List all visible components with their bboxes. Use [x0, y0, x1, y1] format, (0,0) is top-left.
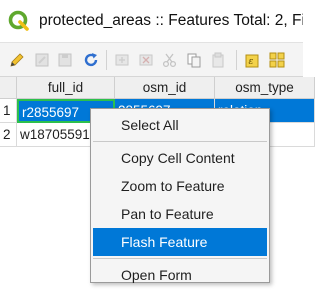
toolbar-separator — [106, 50, 107, 70]
add-feature-icon[interactable] — [113, 51, 131, 69]
column-header-osm-type[interactable]: osm_type — [215, 77, 315, 99]
menu-item-open-form[interactable]: Open Form — [93, 261, 267, 289]
context-menu: Select All Copy Cell Content Zoom to Fea… — [90, 108, 270, 283]
multi-edit-icon[interactable] — [33, 51, 51, 69]
delete-feature-icon[interactable] — [137, 51, 155, 69]
save-edits-icon[interactable] — [56, 51, 74, 69]
window-title: protected_areas :: Features Total: 2, Fi… — [39, 12, 303, 29]
row-header[interactable]: 1 — [0, 99, 17, 123]
menu-item-select-all[interactable]: Select All — [93, 111, 267, 139]
copy-icon[interactable] — [185, 51, 203, 69]
cut-icon[interactable] — [161, 51, 179, 69]
paste-icon[interactable] — [209, 51, 227, 69]
column-header-osm-id[interactable]: osm_id — [115, 77, 215, 99]
menu-item-pan-to-feature[interactable]: Pan to Feature — [93, 200, 267, 228]
svg-text:ε: ε — [249, 57, 254, 67]
menu-item-flash-feature[interactable]: Flash Feature — [93, 228, 267, 256]
attribute-table-toolbar: ε — [0, 42, 303, 76]
menu-separator — [93, 141, 267, 142]
qgis-logo-icon — [8, 10, 29, 31]
menu-item-zoom-to-feature[interactable]: Zoom to Feature — [93, 172, 267, 200]
title-bar: protected_areas :: Features Total: 2, Fi… — [0, 0, 303, 42]
column-header-full-id[interactable]: full_id — [17, 77, 115, 99]
reload-icon[interactable] — [82, 51, 100, 69]
corner-header[interactable] — [0, 77, 17, 99]
menu-separator — [93, 258, 267, 259]
row-header[interactable]: 2 — [0, 123, 17, 147]
toolbar-separator — [236, 50, 237, 70]
select-by-expression-icon[interactable]: ε — [244, 51, 262, 69]
menu-item-copy-cell-content[interactable]: Copy Cell Content — [93, 144, 267, 172]
toggle-editing-icon[interactable] — [8, 51, 26, 69]
select-all-icon[interactable] — [268, 51, 286, 69]
